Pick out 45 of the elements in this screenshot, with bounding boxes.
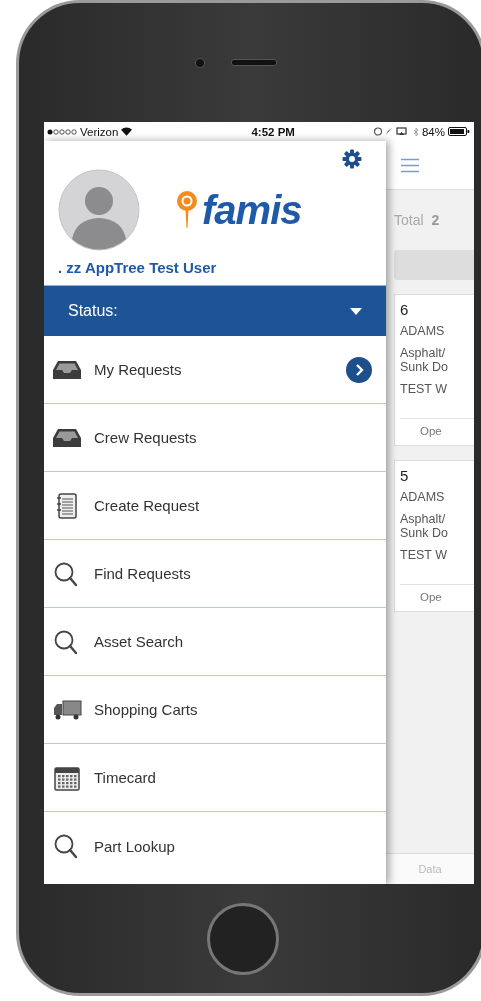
- total-count: 2: [431, 212, 440, 228]
- request-status: Ope: [400, 584, 474, 611]
- camera-dot: [195, 57, 205, 68]
- wifi-icon: [121, 127, 133, 136]
- request-number: 5: [400, 467, 410, 484]
- site-name: ADAMS: [400, 324, 446, 338]
- menu-item[interactable]: Part Lookup: [44, 812, 386, 880]
- bluetooth-icon: [412, 126, 419, 137]
- battery-icon: [448, 127, 470, 136]
- signal-icon: [47, 128, 77, 135]
- logo-wordmark: famis: [202, 190, 302, 230]
- calendar-icon: [52, 764, 82, 791]
- request-title: TEST W: [400, 382, 448, 396]
- request-number: 6: [400, 301, 410, 318]
- request-description: Sunk Do: [400, 526, 449, 540]
- battery-percent: 84%: [421, 125, 445, 138]
- total-label: Total: [394, 212, 424, 228]
- footer-text: Data: [418, 863, 442, 875]
- request-title: TEST W: [400, 548, 448, 562]
- user-name: . zz AppTree Test User: [58, 259, 218, 276]
- status-icons: [373, 127, 410, 136]
- menu-icon[interactable]: [400, 157, 420, 173]
- map-pin-icon: [176, 190, 198, 230]
- request-description: Asphalt/: [400, 512, 447, 526]
- request-card[interactable]: 6 ADAMS Asphalt/ Sunk Do TEST W Ope: [394, 294, 474, 446]
- menu-item[interactable]: Create Request: [44, 472, 386, 540]
- request-card[interactable]: 5 ADAMS Asphalt/ Sunk Do TEST W Ope: [394, 460, 474, 612]
- speaker-slot: [231, 59, 277, 66]
- inbox-tray-icon: [52, 358, 82, 381]
- menu-item[interactable]: Crew Requests: [44, 404, 386, 472]
- site-name: ADAMS: [400, 490, 446, 504]
- menu-item[interactable]: Shopping Carts: [44, 676, 386, 744]
- menu-item[interactable]: My Requests: [44, 336, 386, 404]
- clock-time: 4:52 PM: [251, 125, 295, 138]
- settings-icon[interactable]: [342, 149, 362, 169]
- truck-icon: [52, 698, 82, 721]
- status-dropdown[interactable]: Status:: [44, 285, 386, 336]
- menu-item[interactable]: Timecard: [44, 744, 386, 812]
- request-description: Asphalt/: [400, 346, 447, 360]
- request-description: Sunk Do: [400, 360, 449, 374]
- request-status: Ope: [400, 418, 474, 445]
- inbox-tray-icon: [52, 426, 82, 449]
- chevron-circle-icon[interactable]: [346, 356, 372, 383]
- carrier-name: Verizon: [80, 125, 119, 138]
- caret-icon: [350, 307, 362, 315]
